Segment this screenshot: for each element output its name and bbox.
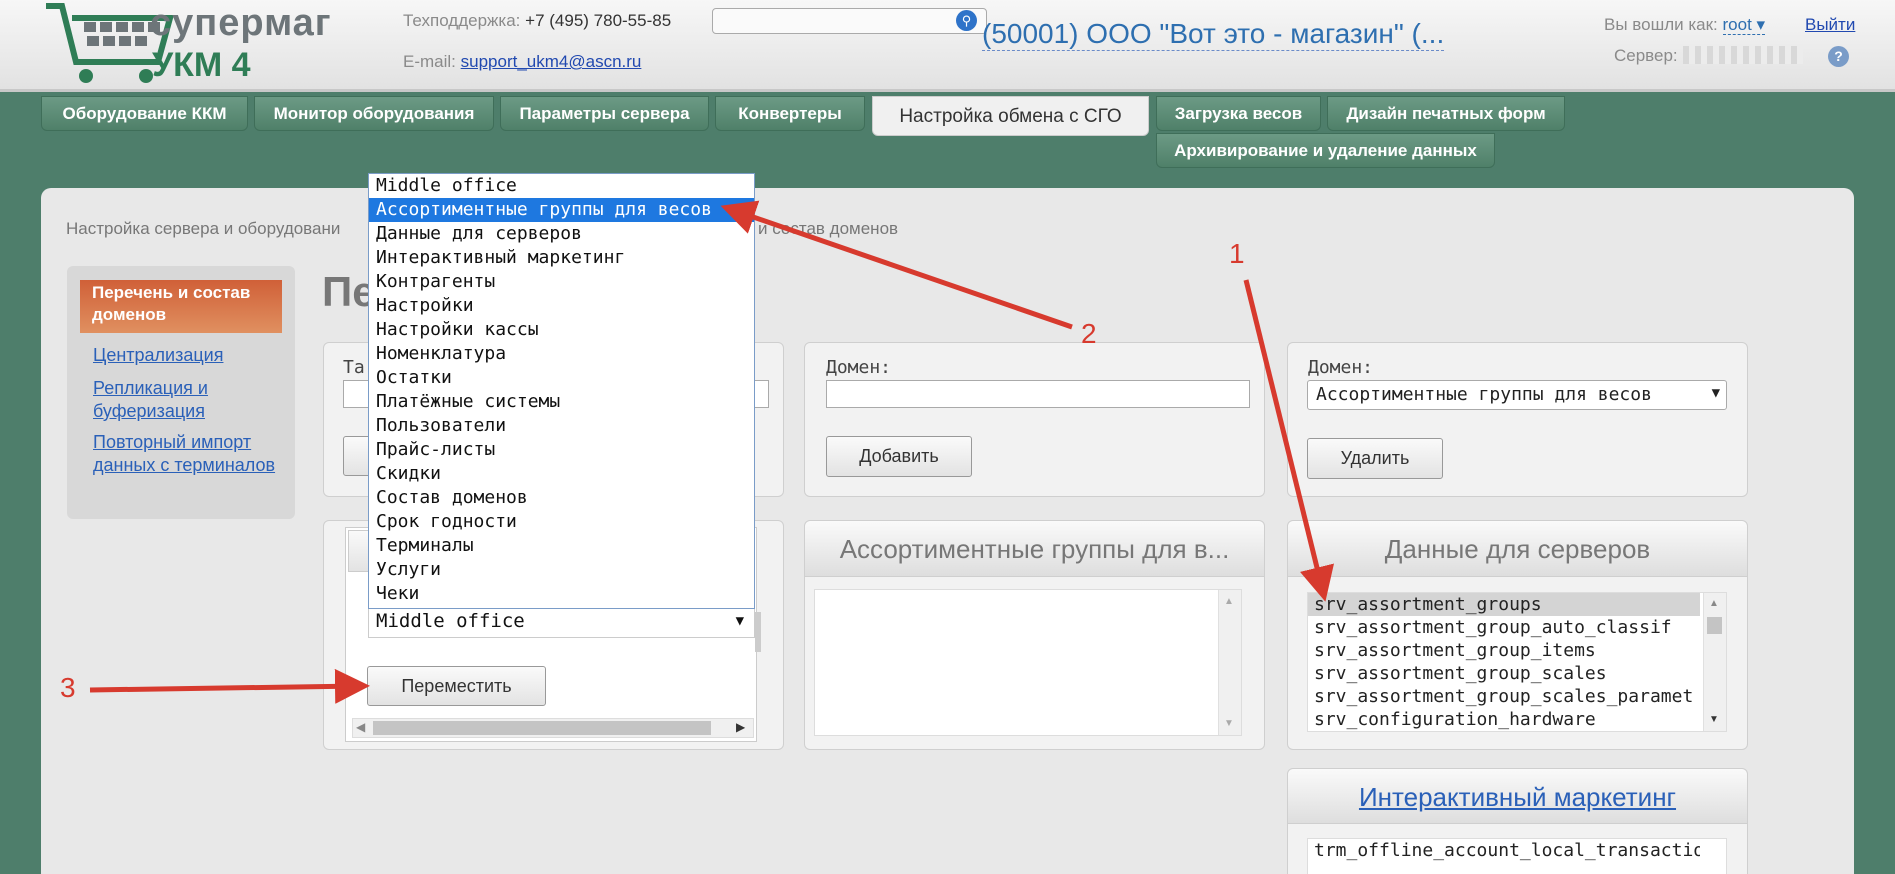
annotation-2: 2 — [1081, 318, 1097, 349]
annotation-1: 1 — [1229, 238, 1245, 269]
arrow-3 — [89, 668, 370, 704]
arrow-2 — [720, 200, 1073, 330]
annotation-arrows — [89, 200, 1335, 704]
arrow-1 — [1243, 279, 1335, 602]
annotation-3: 3 — [60, 672, 76, 703]
